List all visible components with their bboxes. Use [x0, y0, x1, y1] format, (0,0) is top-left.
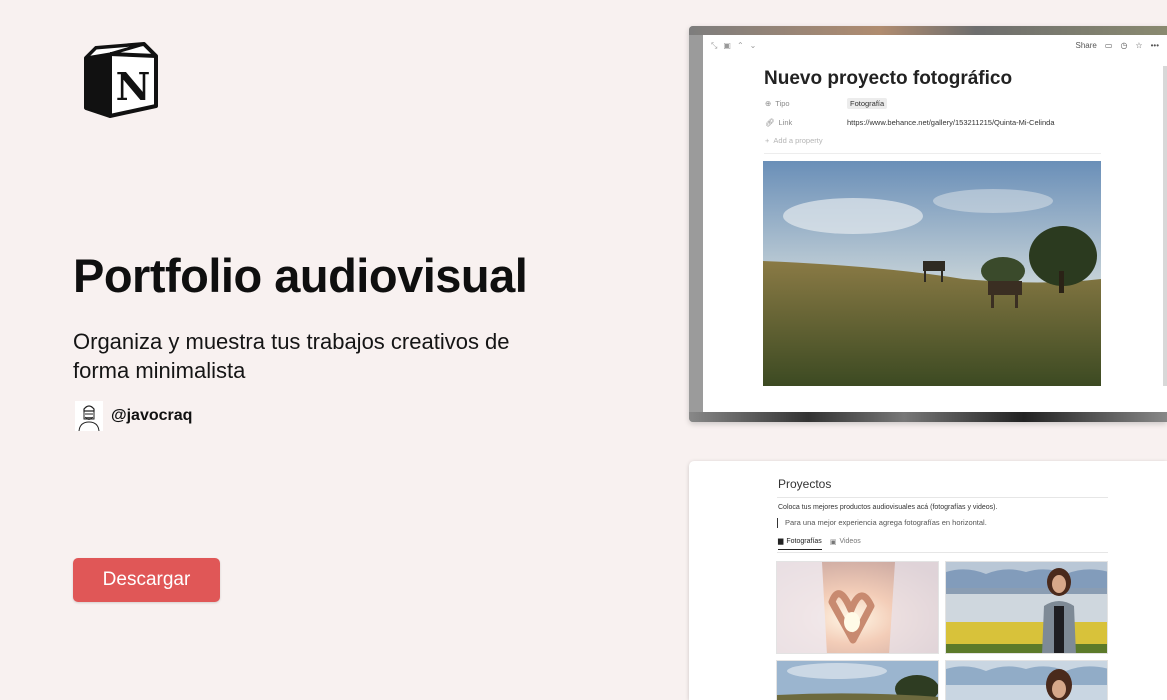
- page-subtitle: Organiza y muestra tus trabajos creativo…: [73, 329, 510, 383]
- clock-icon[interactable]: ◷: [1120, 41, 1127, 50]
- gallery-quote: Para una mejor experiencia agrega fotogr…: [777, 518, 987, 528]
- gallery-title: Proyectos: [778, 477, 832, 491]
- gallery-description: Coloca tus mejores productos audiovisual…: [778, 504, 998, 511]
- project-photo: [763, 161, 1101, 386]
- expand-icon[interactable]: ⤡: [711, 41, 717, 51]
- share-button[interactable]: Share: [1076, 41, 1097, 50]
- card-photo-landscape: [777, 661, 938, 700]
- plus-icon: +: [765, 136, 770, 145]
- more-icon[interactable]: •••: [1151, 41, 1159, 50]
- gallery-icon: ▆: [778, 538, 784, 545]
- comment-icon[interactable]: ▭: [1105, 41, 1113, 50]
- card-photo-hands: [777, 562, 938, 653]
- author-handle: @javocraq: [111, 407, 193, 424]
- tag-fotografia: Fotografía: [847, 98, 888, 109]
- project-page: ⤡ ▣ ⌃ ⌄ Share ▭ ◷ ☆ ••• Nuevo proyecto f…: [703, 35, 1167, 412]
- scrollbar[interactable]: [1163, 66, 1167, 386]
- window-controls: ⤡ ▣ ⌃ ⌄: [711, 41, 756, 51]
- page-toolbar: Share ▭ ◷ ☆ •••: [1076, 41, 1159, 50]
- chevron-up-icon[interactable]: ⌃: [737, 41, 744, 51]
- projects-gallery-window: Proyectos Coloca tus mejores productos a…: [689, 461, 1167, 700]
- notion-logo: N: [82, 40, 162, 120]
- background-photo-strip: [689, 26, 1167, 35]
- property-link-value[interactable]: https://www.behance.net/gallery/15321121…: [847, 118, 1054, 127]
- divider: [777, 552, 1108, 553]
- link-icon: 🔗︎: [765, 118, 775, 127]
- tab-videos[interactable]: ▣ Videos: [830, 537, 861, 550]
- property-link-label[interactable]: 🔗︎ Link: [765, 118, 792, 127]
- star-icon[interactable]: ☆: [1135, 41, 1142, 50]
- property-tipo-value[interactable]: Fotografía: [847, 98, 888, 109]
- author-credit[interactable]: @javocraq: [75, 401, 193, 432]
- circle-plus-icon: ⊕: [765, 99, 772, 108]
- gallery-card[interactable]: [776, 561, 939, 654]
- page-title: Portfolio audiovisual: [73, 249, 528, 302]
- divider: [777, 497, 1108, 498]
- card-photo-portrait-2: [946, 661, 1107, 700]
- camera-icon: ▣: [829, 538, 837, 546]
- gallery-card[interactable]: [945, 561, 1108, 654]
- project-page-window: ⤡ ▣ ⌃ ⌄ Share ▭ ◷ ☆ ••• Nuevo proyecto f…: [689, 26, 1167, 422]
- svg-text:N: N: [116, 64, 151, 109]
- add-property-button[interactable]: + Add a property: [765, 136, 823, 145]
- project-title[interactable]: Nuevo proyecto fotográfico: [764, 68, 1012, 90]
- background-photo-strip: [689, 412, 1167, 422]
- tab-fotografias[interactable]: ▆ Fotografías: [778, 537, 822, 550]
- gallery-card[interactable]: [776, 660, 939, 700]
- download-button[interactable]: Descargar: [73, 558, 220, 602]
- avatar: [75, 401, 103, 432]
- sidebar-icon[interactable]: ▣: [723, 41, 731, 51]
- divider: [764, 153, 1101, 154]
- property-tipo-label[interactable]: ⊕ Tipo: [765, 99, 790, 108]
- gallery-tabs: ▆ Fotografías ▣ Videos: [778, 537, 861, 550]
- card-photo-portrait: [946, 562, 1107, 653]
- gallery-card[interactable]: [945, 660, 1108, 700]
- chevron-down-icon[interactable]: ⌄: [750, 41, 757, 51]
